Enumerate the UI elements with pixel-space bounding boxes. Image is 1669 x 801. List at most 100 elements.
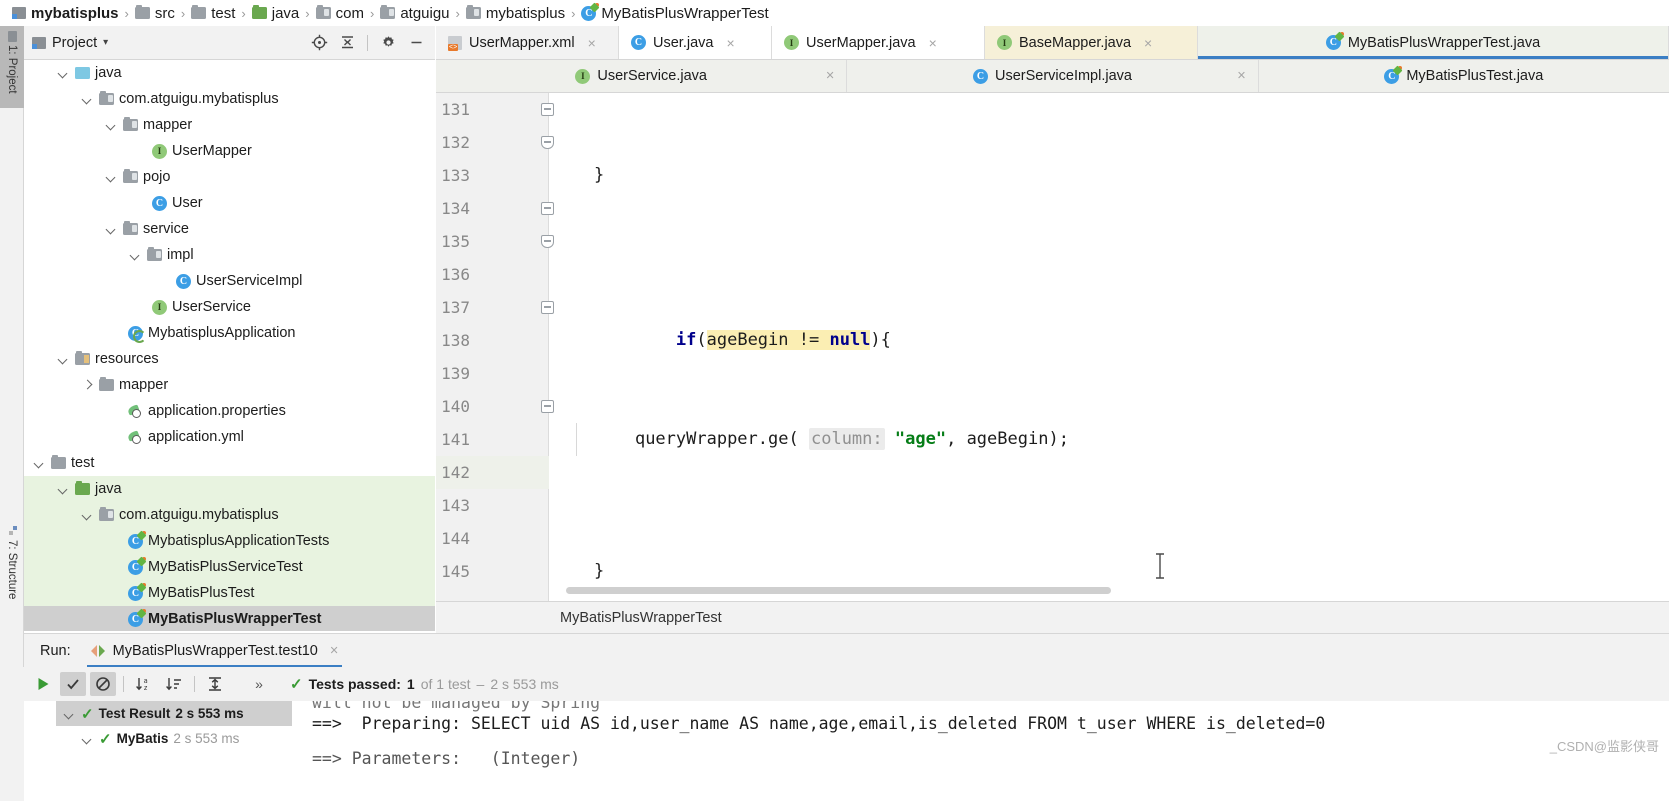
folder-green-icon xyxy=(75,480,90,495)
tree-label: impl xyxy=(167,247,194,263)
tree-row-test-package[interactable]: com.atguigu.mybatisplus xyxy=(24,502,435,528)
more-options-icon[interactable]: » xyxy=(246,672,272,696)
rerun-icon[interactable] xyxy=(30,672,56,696)
tree-row-resources-mapper[interactable]: mapper xyxy=(24,372,435,398)
chevron-down-icon[interactable] xyxy=(56,66,70,80)
tree-row-mybatisplusapplication[interactable]: C MybatisplusApplication xyxy=(24,320,435,346)
tree-row-user[interactable]: C User xyxy=(24,190,435,216)
breadcrumb-item-src[interactable]: src xyxy=(131,4,179,22)
chevron-down-icon[interactable]: ▾ xyxy=(103,37,108,48)
tree-row-impl[interactable]: impl xyxy=(24,242,435,268)
tab-userserviceimpl-java[interactable]: C UserServiceImpl.java × xyxy=(847,60,1259,92)
tab-userservice-java[interactable]: I UserService.java × xyxy=(436,60,848,92)
close-icon[interactable]: × xyxy=(726,35,734,51)
close-icon[interactable]: × xyxy=(826,68,834,84)
editor-gutter[interactable]: 131 132 133 134 135 136 137 138 139 140 … xyxy=(436,93,554,601)
console-output[interactable]: will not be managed by Spring ==> Prepar… xyxy=(292,701,1669,801)
chevron-down-icon[interactable] xyxy=(80,92,94,106)
chevron-down-icon[interactable] xyxy=(32,456,46,470)
gear-icon[interactable] xyxy=(377,32,399,54)
test-tree-row-test-result[interactable]: ✓ Test Result 2 s 553 ms xyxy=(56,701,292,726)
tree-row-test-java[interactable]: java xyxy=(24,476,435,502)
sort-alphabetically-icon[interactable]: az xyxy=(131,672,157,696)
close-icon[interactable]: × xyxy=(929,35,937,51)
chevron-right-icon[interactable] xyxy=(80,378,94,392)
tree-row-application-properties[interactable]: application.properties xyxy=(24,398,435,424)
collapse-all-icon[interactable] xyxy=(336,32,358,54)
tree-row-pojo[interactable]: pojo xyxy=(24,164,435,190)
minimize-icon[interactable] xyxy=(405,32,427,54)
breadcrumb-label: com xyxy=(335,4,364,22)
breadcrumb-item-project[interactable]: mybatisplus xyxy=(8,5,123,22)
breadcrumb-item-com[interactable]: com xyxy=(312,4,368,22)
breadcrumb-item-mybatisplus[interactable]: mybatisplus xyxy=(462,4,569,22)
close-icon[interactable]: × xyxy=(588,35,596,51)
tree-row-userservice[interactable]: I UserService xyxy=(24,294,435,320)
breadcrumb-separator: › xyxy=(305,5,310,21)
tree-row-java-main[interactable]: java xyxy=(24,60,435,86)
show-ignored-icon[interactable] xyxy=(90,672,116,696)
test-tree-row-mybatis[interactable]: ✓ MyBatis 2 s 553 ms xyxy=(56,726,292,751)
chevron-down-icon[interactable] xyxy=(80,732,94,746)
breadcrumb-separator: › xyxy=(455,5,460,21)
close-icon[interactable]: × xyxy=(1144,35,1152,51)
editor-horizontal-scrollbar[interactable] xyxy=(436,585,1669,595)
tree-row-service[interactable]: service xyxy=(24,216,435,242)
chevron-down-icon[interactable] xyxy=(104,222,118,236)
rail-item-project[interactable]: 1: Project xyxy=(0,26,24,108)
tree-row-mybatisplusservicetest[interactable]: C MyBatisPlusServiceTest xyxy=(24,554,435,580)
tree-row-test[interactable]: test xyxy=(24,450,435,476)
tab-mybatisplustest-java[interactable]: C MyBatisPlusTest.java xyxy=(1259,60,1669,92)
chevron-down-icon[interactable] xyxy=(56,352,70,366)
fold-marker-icon[interactable] xyxy=(541,235,554,248)
show-passed-icon[interactable] xyxy=(60,672,86,696)
scrollbar-thumb[interactable] xyxy=(566,587,1111,594)
editor-tab-bar-row1[interactable]: UserMapper.xml × C User.java × I UserMap… xyxy=(436,26,1669,60)
fold-marker-icon[interactable] xyxy=(541,136,554,149)
fold-marker-icon[interactable] xyxy=(541,103,554,116)
chevron-down-icon[interactable] xyxy=(104,118,118,132)
status-breadcrumb-label[interactable]: MyBatisPlusWrapperTest xyxy=(560,610,722,626)
tree-row-com-atguigu-mybatisplus[interactable]: com.atguigu.mybatisplus xyxy=(24,86,435,112)
breadcrumb-item-java[interactable]: java xyxy=(248,4,304,22)
fold-marker-icon[interactable] xyxy=(541,301,554,314)
run-tab-mybatispluswrappertest-test10[interactable]: MyBatisPlusWrapperTest.test10 × xyxy=(81,634,349,668)
test-results-tree[interactable]: ✓ Test Result 2 s 553 ms ✓ MyBatis 2 s 5… xyxy=(56,701,292,801)
chevron-down-icon[interactable] xyxy=(128,248,142,262)
chevron-down-icon[interactable] xyxy=(56,482,70,496)
breadcrumb-item-test[interactable]: test xyxy=(187,4,239,22)
tree-row-userserviceimpl[interactable]: C UserServiceImpl xyxy=(24,268,435,294)
tree-row-usermapper[interactable]: I UserMapper xyxy=(24,138,435,164)
tree-row-mybatisplustest[interactable]: C MyBatisPlusTest xyxy=(24,580,435,606)
editor-tab-bar-row2[interactable]: I UserService.java × C UserServiceImpl.j… xyxy=(436,60,1669,93)
close-icon[interactable]: × xyxy=(1237,68,1245,84)
code-editor[interactable]: 131 132 133 134 135 136 137 138 139 140 … xyxy=(436,93,1669,601)
tab-usermapper-java[interactable]: I UserMapper.java × xyxy=(772,26,985,59)
chevron-down-icon[interactable] xyxy=(62,707,76,721)
tree-row-mapper[interactable]: mapper xyxy=(24,112,435,138)
chevron-down-icon[interactable] xyxy=(80,508,94,522)
tree-row-mybatisplusapplicationtests[interactable]: C MybatisplusApplicationTests xyxy=(24,528,435,554)
tab-usermapper-xml[interactable]: UserMapper.xml × xyxy=(436,26,619,59)
fold-marker-icon[interactable] xyxy=(541,400,554,413)
chevron-down-icon[interactable] xyxy=(104,170,118,184)
fold-marker-icon[interactable] xyxy=(541,202,554,215)
tab-basemapper-java[interactable]: I BaseMapper.java × xyxy=(985,26,1198,59)
rail-label: 1: Project xyxy=(6,45,18,94)
project-tree[interactable]: java com.atguigu.mybatisplus mapper I Us… xyxy=(24,60,435,631)
code-content[interactable]: } if(ageBegin != null){ queryWrapper.ge(… xyxy=(556,93,1669,601)
code-text: } xyxy=(594,561,605,581)
tree-row-application-yml[interactable]: application.yml xyxy=(24,424,435,450)
panel-title: Project xyxy=(52,34,98,51)
sort-by-duration-icon[interactable] xyxy=(161,672,187,696)
close-icon[interactable]: × xyxy=(330,643,338,659)
breadcrumb-item-atguigu[interactable]: atguigu xyxy=(376,4,453,22)
tab-user-java[interactable]: C User.java × xyxy=(619,26,772,59)
tree-row-mybatispluswrappertest[interactable]: C MyBatisPlusWrapperTest xyxy=(24,606,435,631)
tree-row-resources[interactable]: resources xyxy=(24,346,435,372)
expand-collapse-icon[interactable] xyxy=(202,672,228,696)
breadcrumb-item-class[interactable]: C MyBatisPlusWrapperTest xyxy=(577,2,772,22)
rail-item-structure[interactable]: 7: Structure xyxy=(0,521,24,621)
tab-mybatispluswrappertest-java[interactable]: C MyBatisPlusWrapperTest.java xyxy=(1198,26,1669,59)
locate-icon[interactable] xyxy=(308,32,330,54)
